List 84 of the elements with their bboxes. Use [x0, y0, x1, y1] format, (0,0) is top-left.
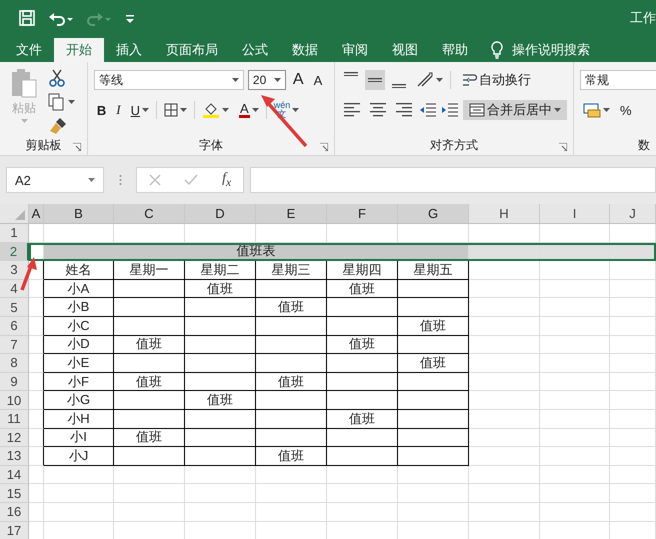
table-cell: 星期四 [327, 261, 398, 280]
column-header[interactable]: G [398, 204, 469, 224]
column-header[interactable]: B [44, 204, 114, 224]
table-cell: 值班 [327, 410, 398, 429]
column-header[interactable]: I [540, 204, 610, 224]
italic-button[interactable]: I [113, 100, 124, 120]
table-cell: 小D [44, 336, 114, 354]
row-header[interactable]: 16 [0, 502, 29, 522]
ribbon-tab[interactable]: 视图 [380, 38, 430, 62]
ribbon-tab[interactable]: 插入 [104, 38, 154, 62]
table-cell: 值班 [185, 391, 256, 410]
table-cell: 小E [44, 354, 114, 373]
column-header[interactable]: A [29, 204, 44, 224]
font-name-dropdown[interactable]: 等线 [94, 70, 244, 90]
percent-button[interactable]: % [617, 100, 635, 120]
row-header[interactable]: 7 [0, 336, 29, 354]
table-cell: 小A [44, 280, 114, 298]
table-cell: 值班 [185, 280, 256, 298]
row-header[interactable]: 9 [0, 372, 29, 392]
row-header[interactable]: 14 [0, 466, 29, 484]
ribbon-tab[interactable]: 文件 [4, 38, 54, 62]
column-header[interactable]: E [256, 204, 327, 224]
increase-font-size-button[interactable]: A [290, 70, 307, 90]
font-size-dropdown[interactable]: 20 [248, 70, 286, 90]
table-cell: 星期二 [185, 261, 256, 280]
column-header[interactable]: J [610, 204, 656, 224]
row-header[interactable]: 12 [0, 428, 29, 448]
table-cell: 值班 [114, 336, 185, 354]
tell-me-search[interactable]: 操作说明搜索 [512, 41, 590, 59]
table-cell: 小H [44, 410, 114, 429]
table-cell: 值班 [327, 336, 398, 354]
group-label: 对齐方式 [430, 136, 478, 154]
group-label: 剪贴板 [25, 137, 62, 154]
row-header[interactable]: 17 [0, 522, 29, 539]
table-cell: 值班 [256, 298, 327, 317]
row-header[interactable]: 10 [0, 391, 29, 410]
decrease-font-size-button[interactable]: A [310, 70, 326, 90]
row-header[interactable]: 13 [0, 447, 29, 466]
column-header[interactable]: H [469, 204, 540, 224]
table-cell: 星期一 [114, 261, 185, 280]
table-cell: 值班 [256, 447, 327, 466]
table-cell: 小J [44, 447, 114, 466]
table-cell: 小I [44, 428, 114, 448]
name-box[interactable]: A2 [6, 167, 104, 193]
table-cell: 小F [44, 372, 114, 392]
table-cell: 值班 [114, 372, 185, 392]
table-cell: 小C [44, 316, 114, 336]
row-header[interactable]: 15 [0, 484, 29, 503]
table-cell: 值班 [398, 354, 469, 373]
row-header[interactable]: 6 [0, 316, 29, 336]
ribbon-tab[interactable]: 页面布局 [154, 38, 230, 62]
ribbon-tab[interactable]: 数据 [280, 38, 330, 62]
group-label: 字体 [198, 136, 223, 154]
table-cell: 星期五 [398, 261, 469, 280]
table-cell: 姓名 [44, 261, 114, 280]
table-cell: 值班 [398, 316, 469, 336]
row-header[interactable]: 3 [0, 261, 29, 280]
ribbon-tab[interactable]: 公式 [230, 38, 280, 62]
bold-button[interactable]: B [94, 100, 110, 120]
ribbon-tab[interactable]: 开始 [54, 38, 104, 62]
merge-center-button[interactable]: 合并后居中 [463, 100, 567, 120]
window-title: 工作 [630, 9, 656, 27]
row-header[interactable]: 2 [0, 242, 29, 262]
table-cell: 值班 [256, 372, 327, 392]
table-cell: 值班 [327, 280, 398, 298]
row-header[interactable]: 5 [0, 298, 29, 317]
table-cell: 小G [44, 391, 114, 410]
insert-function-button[interactable]: f$_{x}$ [222, 171, 232, 189]
group-label: 数 [638, 136, 650, 154]
column-header[interactable]: F [327, 204, 398, 224]
ribbon-tab[interactable]: 帮助 [430, 38, 480, 62]
wrap-text-button[interactable]: 自动换行 [455, 70, 537, 90]
table-cell: 星期三 [256, 261, 327, 280]
table-cell: 值班 [114, 428, 185, 448]
number-format-field[interactable]: 常规 [580, 70, 656, 90]
row-header[interactable]: 8 [0, 354, 29, 373]
column-header[interactable]: D [185, 204, 256, 224]
row-header[interactable]: 1 [0, 224, 29, 243]
underline-button[interactable]: U [128, 100, 152, 120]
row-header[interactable]: 11 [0, 410, 29, 429]
ribbon-tab[interactable]: 审阅 [330, 38, 380, 62]
table-cell: 小B [44, 298, 114, 317]
column-header[interactable]: C [114, 204, 185, 224]
font-color-button[interactable]: A [236, 100, 262, 120]
